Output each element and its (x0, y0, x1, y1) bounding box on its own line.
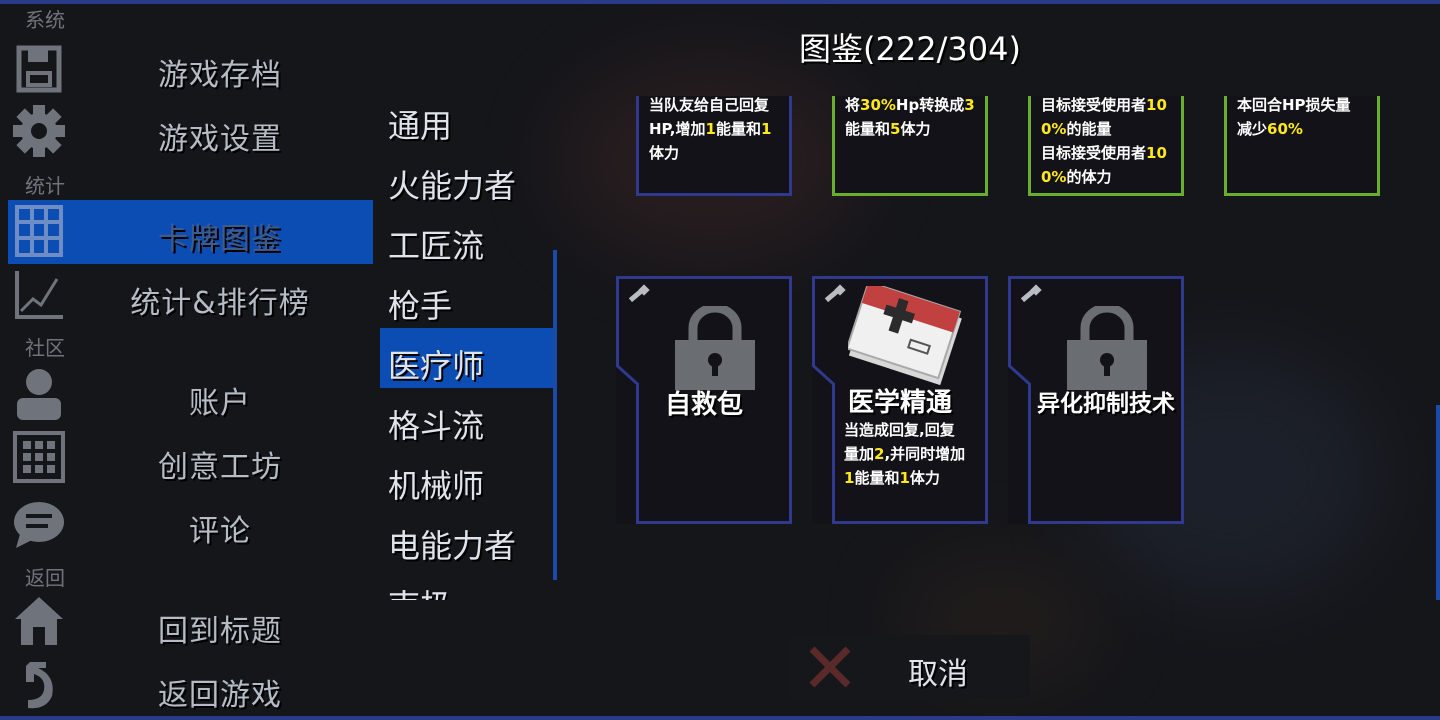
card-name: 异化抑制技术 (1037, 391, 1175, 417)
menu-leaderboard[interactable]: 统计&排行榜 (100, 278, 340, 322)
lock-icon (1067, 306, 1147, 390)
card-top-3[interactable]: 目标接受使用者10 0%的能量 目标接受使用者10 0%的体力 (1028, 96, 1184, 196)
category-electro[interactable]: 电能力者 (388, 521, 516, 567)
card-top-2[interactable]: 将30%Hp转换成3 能量和5体力 (832, 96, 988, 196)
menu-resume[interactable]: 返回游戏 (100, 670, 340, 714)
medical-book-icon (848, 286, 962, 386)
save-disk-icon[interactable] (12, 42, 66, 96)
lock-icon (675, 306, 755, 390)
card-medical-mastery[interactable]: 医学精通 当造成回复,回复 量加2,并同时增加 1能量和1体力 (812, 276, 988, 524)
menu-workshop[interactable]: 创意工坊 (100, 442, 340, 486)
grid-icon[interactable] (12, 204, 66, 258)
menu-title-screen[interactable]: 回到标题 (100, 606, 340, 650)
section-label-back: 返回 (25, 566, 65, 590)
category-pyro[interactable]: 火能力者 (388, 161, 516, 207)
card-desc-line: 量加2,并同时增加 (844, 445, 966, 463)
pin-icon[interactable] (1016, 284, 1046, 310)
category-mechanic[interactable]: 机械师 (388, 461, 484, 507)
menu-account[interactable]: 账户 (100, 378, 340, 422)
user-icon[interactable] (12, 366, 66, 420)
comment-icon[interactable] (12, 498, 66, 552)
category-fighter[interactable]: 格斗流 (388, 401, 484, 447)
card-desc-line: 当造成回复,回复 (844, 421, 955, 439)
menu-save[interactable]: 游戏存档 (100, 50, 340, 94)
card-self-rescue[interactable]: 自救包 (616, 276, 792, 524)
close-icon (809, 646, 851, 688)
category-general[interactable]: 通用 (388, 101, 452, 147)
cancel-label: 取消 (908, 657, 968, 692)
gallery-scrollbar[interactable] (1436, 405, 1440, 600)
line-chart-icon[interactable] (12, 268, 66, 322)
card-top-1[interactable]: 当队友给自己回复 HP,增加1能量和1 体力 (636, 96, 792, 196)
menu-settings[interactable]: 游戏设置 (100, 114, 340, 158)
card-name: 自救包 (664, 390, 743, 420)
return-arrow-icon[interactable] (12, 658, 66, 712)
home-icon[interactable] (12, 594, 66, 648)
menu-card-gallery[interactable]: 卡牌图鉴 (100, 214, 340, 258)
category-gunner[interactable]: 枪手 (388, 281, 452, 327)
category-craftsman[interactable]: 工匠流 (388, 221, 484, 267)
section-label-community: 社区 (25, 336, 65, 360)
pin-icon[interactable] (624, 284, 654, 310)
menu-comments[interactable]: 评论 (100, 506, 340, 550)
workshop-grid-icon[interactable] (12, 430, 66, 484)
cancel-button[interactable]: 取消 (790, 635, 1030, 699)
card-name: 医学精通 (847, 388, 952, 418)
gear-icon[interactable] (12, 104, 66, 158)
section-label-stats: 统计 (25, 174, 65, 198)
pin-icon[interactable] (820, 284, 850, 310)
top-card-row: 当队友给自己回复 HP,增加1能量和1 体力 将30%Hp转换成3 能量和5体力… (600, 96, 1440, 206)
card-desc-line: 1能量和1体力 (844, 469, 940, 487)
card-alienation-suppression[interactable]: 异化抑制技术 (1008, 276, 1184, 524)
category-list: 通用 火能力者 工匠流 枪手 医疗师 格斗流 机械师 电能力者 南极 (380, 95, 555, 600)
gallery-title: 图鉴(222/304) (799, 30, 1021, 68)
card-top-4[interactable]: 本回合HP损失量 减少60% (1224, 96, 1380, 196)
category-medic[interactable]: 医疗师 (388, 341, 484, 387)
section-label-system: 系统 (25, 8, 65, 32)
category-antarctic[interactable]: 南极 (388, 581, 452, 600)
